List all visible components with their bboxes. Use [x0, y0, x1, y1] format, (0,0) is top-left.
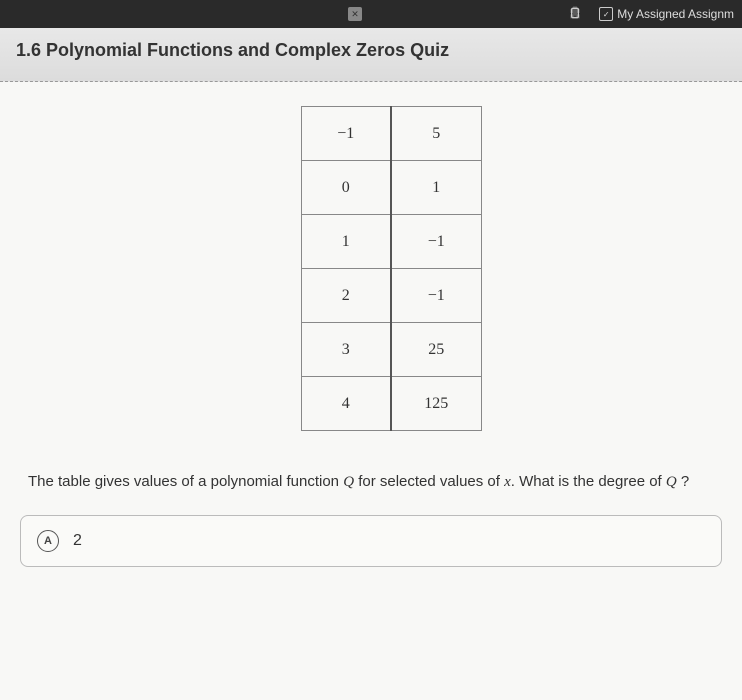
- cell-q: 125: [391, 377, 481, 431]
- cell-q: −1: [391, 269, 481, 323]
- assigned-label: My Assigned Assignm: [617, 7, 734, 21]
- browser-top-nav: ✕ ✓ My Assigned Assignm: [0, 0, 742, 28]
- option-value: 2: [73, 532, 82, 550]
- option-letter: A: [37, 530, 59, 552]
- table-row: 1 −1: [301, 215, 481, 269]
- question-text: The table gives values of a polynomial f…: [20, 471, 722, 493]
- cell-x: 1: [301, 215, 391, 269]
- cell-x: −1: [301, 107, 391, 161]
- quiz-header: 1.6 Polynomial Functions and Complex Zer…: [0, 28, 742, 82]
- cell-q: 1: [391, 161, 481, 215]
- quiz-title: 1.6 Polynomial Functions and Complex Zer…: [16, 40, 449, 60]
- cell-x: 3: [301, 323, 391, 377]
- table-row: 2 −1: [301, 269, 481, 323]
- cell-x: 0: [301, 161, 391, 215]
- close-icon[interactable]: ✕: [348, 7, 362, 21]
- cell-x: 2: [301, 269, 391, 323]
- clipboard-icon: ✓: [599, 7, 613, 21]
- cell-q: 25: [391, 323, 481, 377]
- answer-option-a[interactable]: A 2: [20, 515, 722, 567]
- extension-icon[interactable]: [567, 5, 583, 24]
- cell-q: −1: [391, 215, 481, 269]
- table-row: 3 25: [301, 323, 481, 377]
- assigned-link[interactable]: ✓ My Assigned Assignm: [599, 7, 734, 21]
- table-row: 0 1: [301, 161, 481, 215]
- cell-x: 4: [301, 377, 391, 431]
- table-row: −1 5: [301, 107, 481, 161]
- table-row: 4 125: [301, 377, 481, 431]
- cell-q: 5: [391, 107, 481, 161]
- quiz-content: −1 5 0 1 1 −1 2 −1 3 25 4 125 The table …: [0, 82, 742, 700]
- values-table: −1 5 0 1 1 −1 2 −1 3 25 4 125: [301, 106, 482, 431]
